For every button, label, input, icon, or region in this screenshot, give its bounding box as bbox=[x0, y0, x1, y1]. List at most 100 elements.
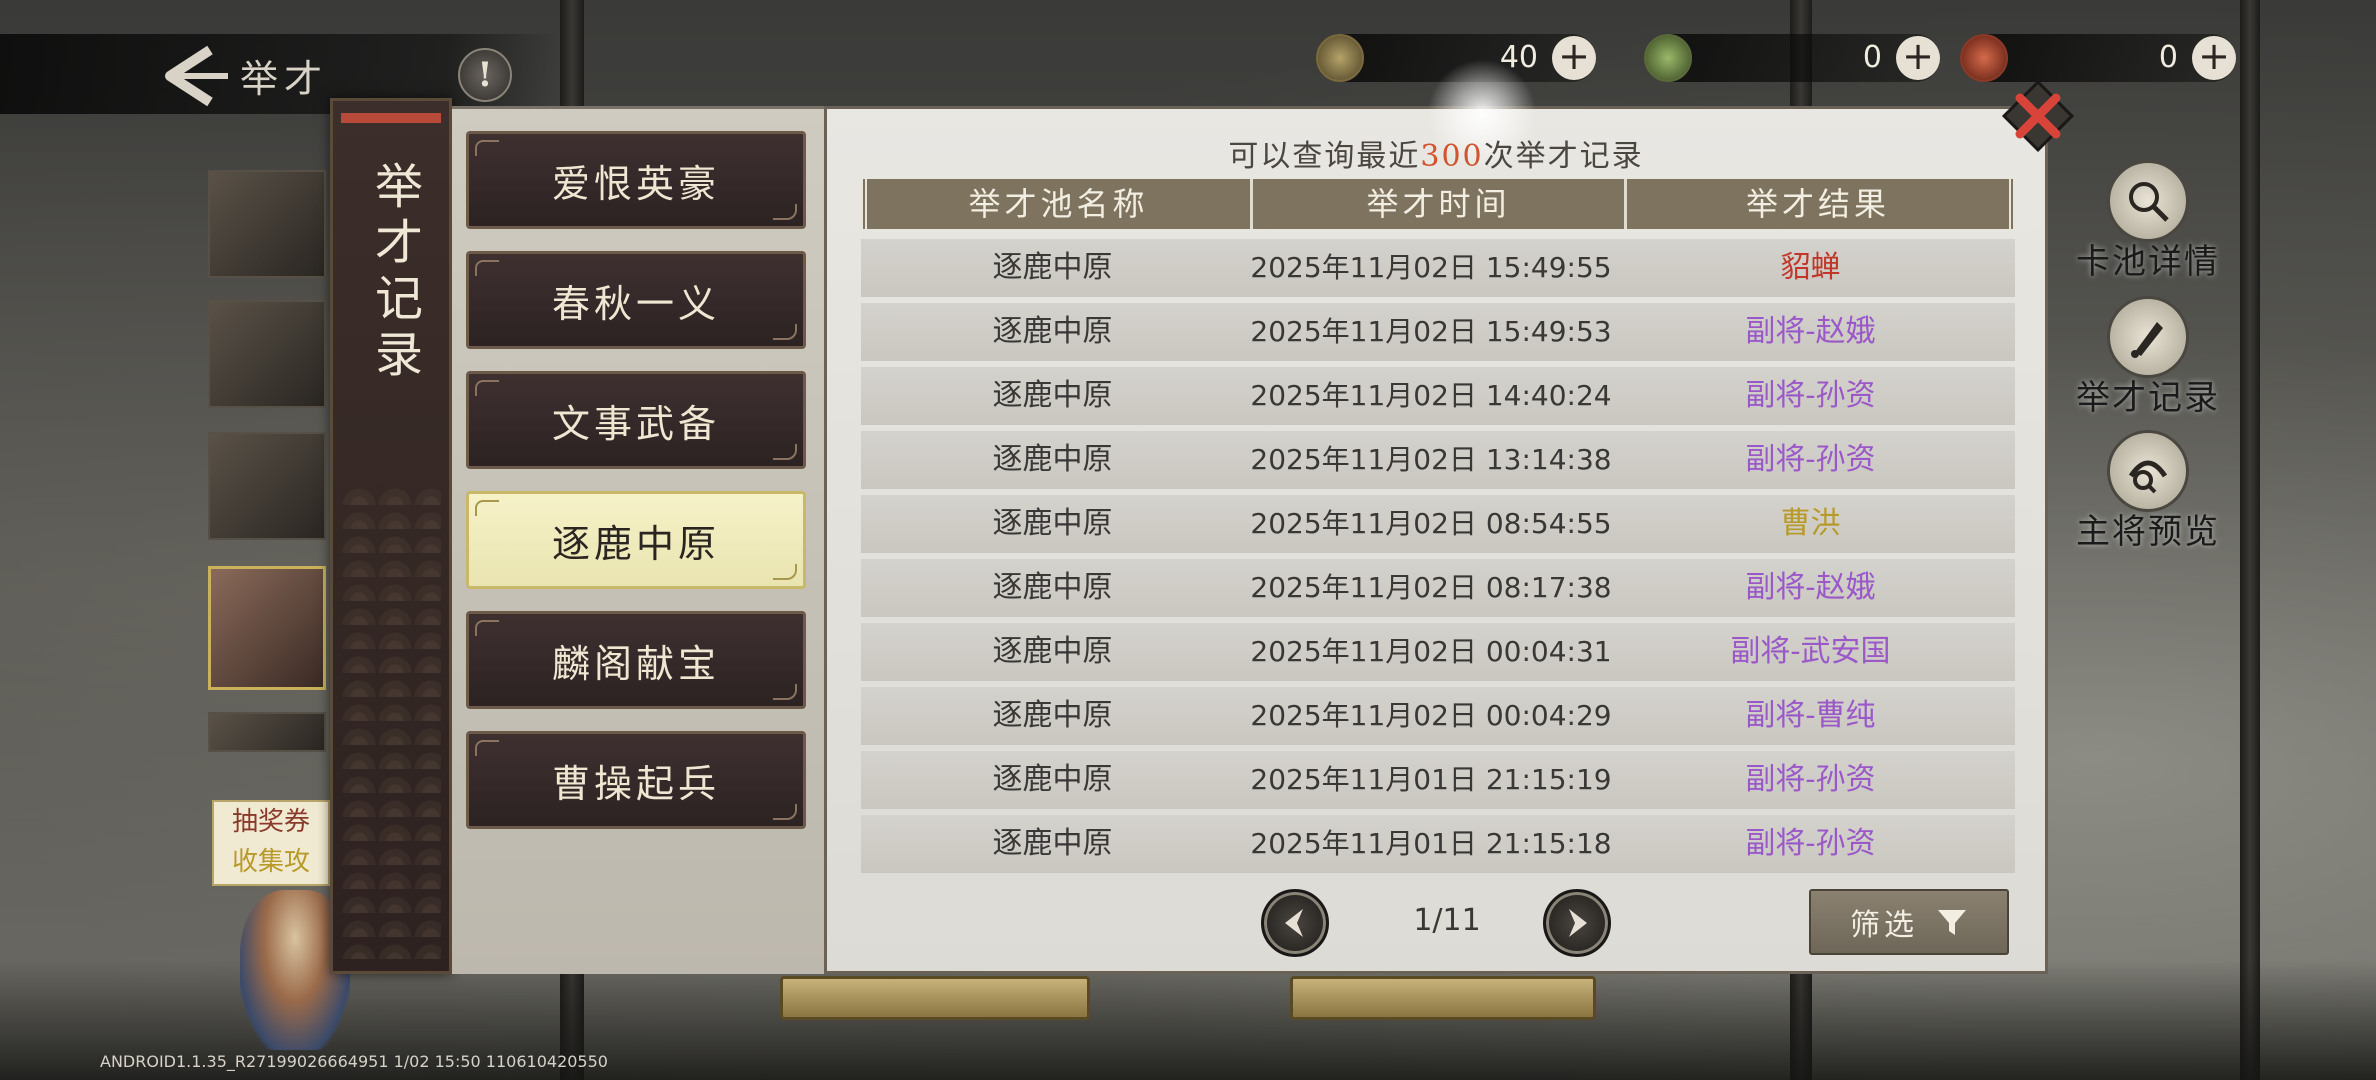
add-currency-button[interactable]: + bbox=[1552, 36, 1596, 80]
cell-pool: 逐鹿中原 bbox=[992, 762, 1113, 797]
funnel-icon bbox=[1938, 910, 1966, 935]
table-row: 逐鹿中原 2025年11月02日 00:04:29 副将-曹纯 bbox=[861, 687, 2015, 745]
side-menu-label: 卡池详情 bbox=[2076, 242, 2220, 282]
jade-icon bbox=[1644, 34, 1692, 82]
recruit-once-button[interactable] bbox=[780, 976, 1090, 1020]
add-currency-button[interactable]: + bbox=[1896, 36, 1940, 80]
ticket-text: 抽奖券 bbox=[231, 807, 310, 837]
cell-pool: 逐鹿中原 bbox=[992, 442, 1113, 477]
cell-time: 2025年11月01日 21:15:18 bbox=[1250, 827, 1612, 860]
side-menu-preview[interactable]: 主将预览 bbox=[2048, 430, 2248, 553]
column-header-time: 举才时间 bbox=[1250, 179, 1624, 229]
cell-result: 副将-孙资 bbox=[1745, 762, 1876, 797]
records-note: 可以查询最近300次举才记录 bbox=[827, 131, 2045, 175]
currency-value: 0 bbox=[1862, 40, 1882, 75]
note-number: 300 bbox=[1420, 139, 1484, 174]
cell-result: 副将-孙资 bbox=[1745, 378, 1876, 413]
table-row: 逐鹿中原 2025年11月02日 15:49:53 副将-赵娥 bbox=[861, 303, 2015, 361]
magnifier-icon bbox=[2107, 160, 2189, 242]
wave-pattern bbox=[341, 481, 441, 959]
lottery-ticket-banner[interactable]: 抽奖券 收集攻 bbox=[212, 800, 330, 886]
cell-result: 副将-孙资 bbox=[1745, 826, 1876, 861]
cell-result: 曹洪 bbox=[1780, 506, 1841, 541]
table-row: 逐鹿中原 2025年11月02日 15:49:55 貂蝉 bbox=[861, 239, 2015, 297]
cell-pool: 逐鹿中原 bbox=[992, 378, 1113, 413]
cell-time: 2025年11月02日 13:14:38 bbox=[1250, 443, 1612, 476]
cell-pool: 逐鹿中原 bbox=[992, 314, 1113, 349]
table-row: 逐鹿中原 2025年11月01日 21:15:18 副将-孙资 bbox=[861, 815, 2015, 873]
note-suffix: 次举才记录 bbox=[1483, 139, 1644, 174]
currency-value: 40 bbox=[1499, 40, 1538, 75]
note-prefix: 可以查询最近 bbox=[1228, 139, 1421, 174]
currency-value: 0 bbox=[2158, 40, 2178, 75]
pagination: 1/11 筛选 bbox=[827, 889, 2045, 959]
side-menu-label: 举才记录 bbox=[2076, 378, 2220, 418]
table-header: 举才池名称 举才时间 举才结果 bbox=[861, 179, 2015, 229]
side-menu-records[interactable]: 举才记录 bbox=[2048, 296, 2248, 419]
cell-pool: 逐鹿中原 bbox=[992, 250, 1113, 285]
info-icon[interactable]: ! bbox=[458, 48, 512, 102]
hero-portrait-selected[interactable] bbox=[208, 566, 326, 690]
brush-icon bbox=[2107, 296, 2189, 378]
hero-portrait[interactable] bbox=[208, 170, 326, 278]
pool-tab-zhuluzhongyuan[interactable]: 逐鹿中原 bbox=[466, 491, 806, 589]
prev-page-button[interactable] bbox=[1261, 889, 1329, 957]
cell-time: 2025年11月02日 08:17:38 bbox=[1250, 571, 1612, 604]
token-icon bbox=[1960, 34, 2008, 82]
table-row: 逐鹿中原 2025年11月01日 21:15:19 副将-孙资 bbox=[861, 751, 2015, 809]
add-currency-button[interactable]: + bbox=[2192, 36, 2236, 80]
pool-tab-chunqiuyiyi[interactable]: 春秋一义 bbox=[466, 251, 806, 349]
column-header-pool: 举才池名称 bbox=[968, 185, 1149, 223]
table-row: 逐鹿中原 2025年11月02日 08:17:38 副将-赵娥 bbox=[861, 559, 2015, 617]
arrow-left-icon bbox=[1285, 909, 1303, 937]
table-row: 逐鹿中原 2025年11月02日 08:54:55 曹洪 bbox=[861, 495, 2015, 553]
hero-portrait[interactable] bbox=[208, 712, 326, 752]
hero-portrait[interactable] bbox=[208, 432, 326, 540]
page-indicator: 1/11 bbox=[1413, 903, 1481, 938]
filter-label: 筛选 bbox=[1850, 908, 1918, 943]
arrow-right-icon bbox=[1569, 909, 1587, 937]
cell-result: 副将-曹纯 bbox=[1745, 698, 1876, 733]
cell-result: 副将-赵娥 bbox=[1745, 570, 1876, 605]
version-text: ANDROID1.1.35_R27199026664951 1/02 15:50… bbox=[100, 1052, 608, 1071]
cell-time: 2025年11月02日 14:40:24 bbox=[1250, 379, 1612, 412]
cell-pool: 逐鹿中原 bbox=[992, 570, 1113, 605]
cell-pool: 逐鹿中原 bbox=[992, 634, 1113, 669]
table-row: 逐鹿中原 2025年11月02日 13:14:38 副将-孙资 bbox=[861, 431, 2015, 489]
filter-button[interactable]: 筛选 bbox=[1809, 889, 2009, 955]
cell-result: 貂蝉 bbox=[1780, 250, 1841, 285]
side-menu-pool-details[interactable]: 卡池详情 bbox=[2048, 160, 2248, 283]
page-title: 举才 bbox=[240, 57, 329, 101]
dialog-title: 举才记录 bbox=[366, 161, 422, 385]
cell-pool: 逐鹿中原 bbox=[992, 826, 1113, 861]
preview-icon bbox=[2107, 430, 2189, 512]
cell-time: 2025年11月01日 21:15:19 bbox=[1250, 763, 1612, 796]
records-panel: 可以查询最近300次举才记录 举才池名称 举才时间 举才结果 逐鹿中原 2025… bbox=[824, 59, 2048, 974]
coin-icon bbox=[1316, 34, 1364, 82]
pool-list-panel: 爱恨英豪 春秋一义 文事武备 逐鹿中原 麟阁献宝 曹操起兵 bbox=[452, 106, 824, 974]
currency-jade: 0 + bbox=[1644, 34, 1940, 82]
ticket-text: 收集攻 bbox=[231, 847, 310, 877]
cell-result: 副将-赵娥 bbox=[1745, 314, 1876, 349]
close-icon[interactable] bbox=[1998, 76, 2078, 156]
currency-coin: 40 + bbox=[1316, 34, 1596, 82]
table-row: 逐鹿中原 2025年11月02日 00:04:31 副将-武安国 bbox=[861, 623, 2015, 681]
currency-token: 0 + bbox=[1960, 34, 2236, 82]
hero-portrait[interactable] bbox=[208, 300, 326, 408]
pool-tab-caocaoqibing[interactable]: 曹操起兵 bbox=[466, 731, 806, 829]
pool-tab-wenshiwubei[interactable]: 文事武备 bbox=[466, 371, 806, 469]
cell-time: 2025年11月02日 15:49:55 bbox=[1250, 251, 1612, 284]
column-header-result: 举才结果 bbox=[1624, 179, 2009, 229]
cell-result: 副将-孙资 bbox=[1745, 442, 1876, 477]
back-arrow-icon[interactable] bbox=[150, 44, 230, 108]
dialog-title-tab: 举才记录 bbox=[330, 98, 452, 974]
cell-pool: 逐鹿中原 bbox=[992, 698, 1113, 733]
cell-time: 2025年11月02日 00:04:31 bbox=[1250, 635, 1612, 668]
recruit-ten-button[interactable] bbox=[1290, 976, 1596, 1020]
table-row: 逐鹿中原 2025年11月02日 14:40:24 副将-孙资 bbox=[861, 367, 2015, 425]
cell-time: 2025年11月02日 08:54:55 bbox=[1250, 507, 1612, 540]
cell-result: 副将-武安国 bbox=[1730, 634, 1891, 669]
pool-tab-aihenyinghao[interactable]: 爱恨英豪 bbox=[466, 131, 806, 229]
pool-tab-lingexianbao[interactable]: 麟阁献宝 bbox=[466, 611, 806, 709]
next-page-button[interactable] bbox=[1543, 889, 1611, 957]
